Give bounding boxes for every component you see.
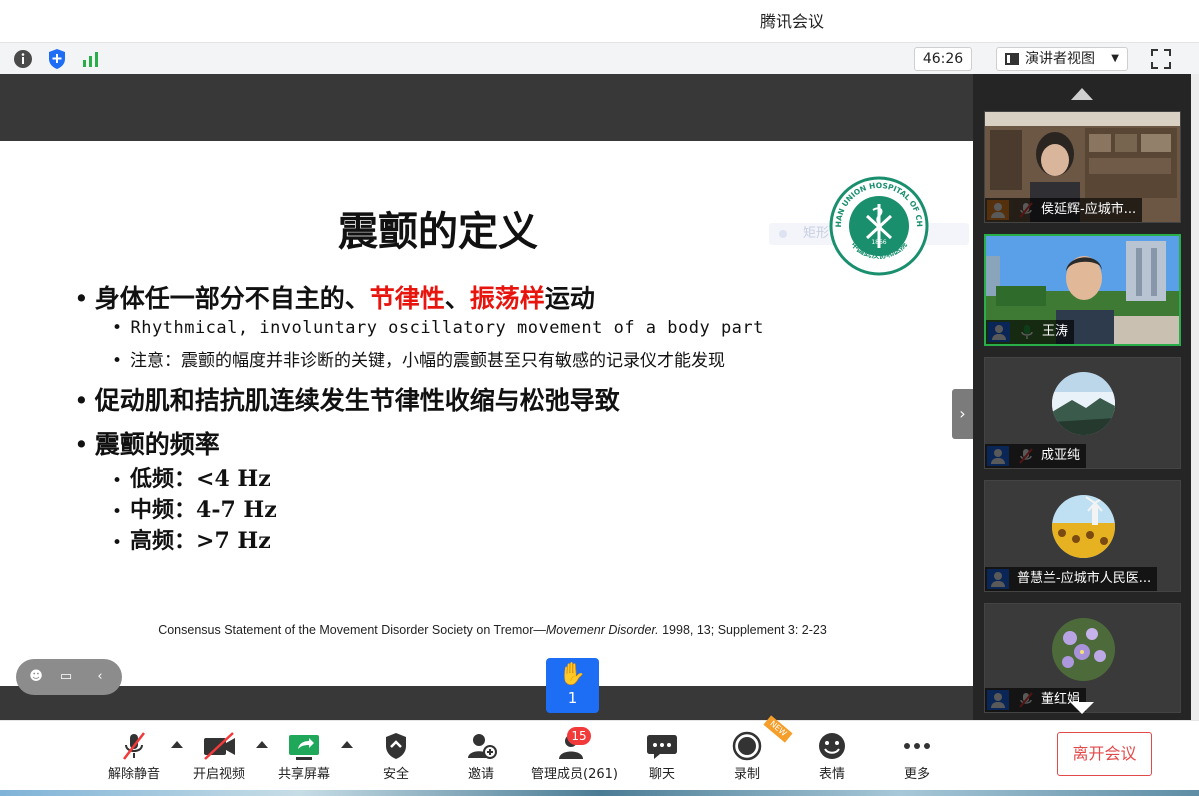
share-screen-label: 共享屏幕 [277, 767, 330, 782]
leave-meeting-button[interactable]: 离开会议 [1057, 732, 1152, 776]
hand-raise-count: 1 [567, 689, 578, 707]
top-toolbar: 46:26 演讲者视图 ▼ [0, 42, 1199, 74]
scrollbar[interactable] [1191, 74, 1199, 720]
add-user-icon [468, 734, 497, 759]
participant-tile[interactable]: 董红娟 [984, 603, 1181, 713]
bullet-mechanism: • 促动肌和拮抗肌连续发生节律性收缩与松弛导致 [74, 386, 620, 415]
sub-bullet-note: • 注意：震颤的幅度并非诊断的关键，小幅的震颤甚至只有敏感的记录仪才能发现 [112, 351, 726, 371]
smiley-icon [819, 733, 845, 759]
share-screen-button[interactable]: 共享屏幕 [264, 731, 344, 783]
freq-high: • 高频：>7 Hz [112, 528, 271, 554]
start-video-button[interactable]: 开启视频 [179, 731, 259, 783]
fullscreen-icon[interactable] [1150, 48, 1172, 70]
participant-name: 王涛 [986, 320, 1075, 344]
start-video-label: 开启视频 [192, 767, 245, 782]
desktop-background [0, 790, 1199, 796]
quick-reactions-bar[interactable]: ☻ ▭ ‹ [16, 659, 122, 695]
shield-icon [386, 733, 406, 759]
share-options-caret[interactable] [341, 741, 353, 748]
record-button[interactable]: 录制 [707, 731, 787, 783]
citation: Consensus Statement of the Movement Diso… [158, 623, 827, 637]
sub-bullet-english: • Rhythmical, involuntary oscillatory mov… [112, 318, 764, 338]
signal-icon[interactable] [80, 48, 102, 70]
invite-label: 邀请 [467, 767, 494, 782]
unmute-label: 解除静音 [107, 767, 160, 782]
security-label: 安全 [382, 767, 409, 782]
logo-year: 1866 [871, 239, 886, 246]
participant-name: 侯延辉-应城市... [985, 198, 1143, 222]
more-dots-icon [904, 743, 930, 749]
camera-off-icon [204, 732, 235, 760]
chat-label: 聊天 [648, 767, 675, 782]
security-button[interactable]: 安全 [356, 731, 436, 783]
participant-tile-speaking[interactable]: 王涛 [984, 234, 1181, 346]
emoji-button[interactable]: 表情 [792, 731, 872, 783]
more-button[interactable]: 更多 [877, 731, 957, 783]
hand-raise-indicator[interactable]: ✋ 1 [546, 658, 599, 713]
emoji-label: 表情 [818, 767, 845, 782]
layout-icon [1005, 53, 1019, 65]
hand-icon: ✋ [558, 662, 587, 687]
participant-tile[interactable]: 侯延辉-应城市... [984, 111, 1181, 223]
meeting-window: { "window": { "title": "腾讯会议" }, "topbar… [0, 0, 1199, 796]
unmute-button[interactable]: 解除静音 [94, 731, 174, 783]
meeting-timer: 46:26 [914, 47, 972, 71]
window-title: 腾讯会议 [760, 12, 825, 31]
participant-avatar [1052, 618, 1115, 681]
more-label: 更多 [903, 767, 930, 782]
scroll-down-icon[interactable] [1070, 702, 1094, 714]
view-mode-label: 演讲者视图 [1025, 51, 1095, 67]
bullet-frequency: • 震颤的频率 [74, 430, 220, 459]
bullet-definition: • 身体任一部分不自主的、节律性、振荡样运动 [74, 284, 595, 313]
record-label: 录制 [733, 767, 760, 782]
hospital-logo: 1866 WUHAN UNION HOSPITAL OF CHINA 中国武汉协… [829, 176, 929, 276]
freq-mid: • 中频：4-7 Hz [112, 497, 277, 523]
chat-button[interactable]: 聊天 [622, 731, 702, 783]
chevron-down-icon: ▼ [1111, 53, 1119, 64]
participant-tile[interactable]: 普慧兰-应城市人民医... [984, 480, 1181, 592]
participant-video-panel: 侯延辉-应城市... 王涛 成亚纯 普慧兰-应城市人民医... 董红娟 [973, 74, 1199, 720]
manage-members-label: 管理成员(261) [531, 767, 618, 782]
emoji-icon[interactable]: ☻ [26, 667, 46, 687]
chat-icon [647, 735, 677, 759]
info-icon[interactable] [12, 48, 34, 70]
scroll-up-icon[interactable] [1071, 88, 1093, 100]
presentation-slide: 震颤的定义 矩形 1866 WUHAN UNION HOSPITAL OF CH… [0, 141, 973, 686]
shared-screen-stage: 震颤的定义 矩形 1866 WUHAN UNION HOSPITAL OF CH… [0, 74, 973, 720]
highlight-oscillatory: 振荡样 [469, 284, 545, 313]
participant-name: 成亚纯 [985, 444, 1087, 468]
participant-avatar [1052, 372, 1115, 435]
view-mode-select[interactable]: 演讲者视图 ▼ [996, 47, 1128, 71]
shield-icon[interactable] [46, 48, 68, 70]
participant-tile[interactable]: 成亚纯 [984, 357, 1181, 469]
chat-bubble-icon[interactable]: ▭ [56, 667, 76, 687]
bottom-toolbar: 解除静音 开启视频 共享屏幕 安全 邀请 管理成员(261) 15 聊天 录制 … [0, 715, 1199, 790]
highlight-rhythmic: 节律性 [369, 284, 445, 313]
collapse-panel-button[interactable]: › [952, 389, 973, 439]
participant-avatar [1052, 495, 1115, 558]
participant-name: 普慧兰-应城市人民医... [985, 567, 1158, 591]
freq-low: • 低频：<4 Hz [112, 466, 271, 492]
mic-muted-icon [123, 732, 145, 760]
record-icon [732, 731, 762, 761]
chevron-left-icon[interactable]: ‹ [90, 667, 110, 687]
share-screen-icon [289, 735, 319, 760]
title-bar: 腾讯会议 [0, 0, 1199, 42]
invite-button[interactable]: 邀请 [441, 731, 521, 783]
members-badge: 15 [567, 727, 591, 745]
slide-title: 震颤的定义 [338, 208, 538, 255]
